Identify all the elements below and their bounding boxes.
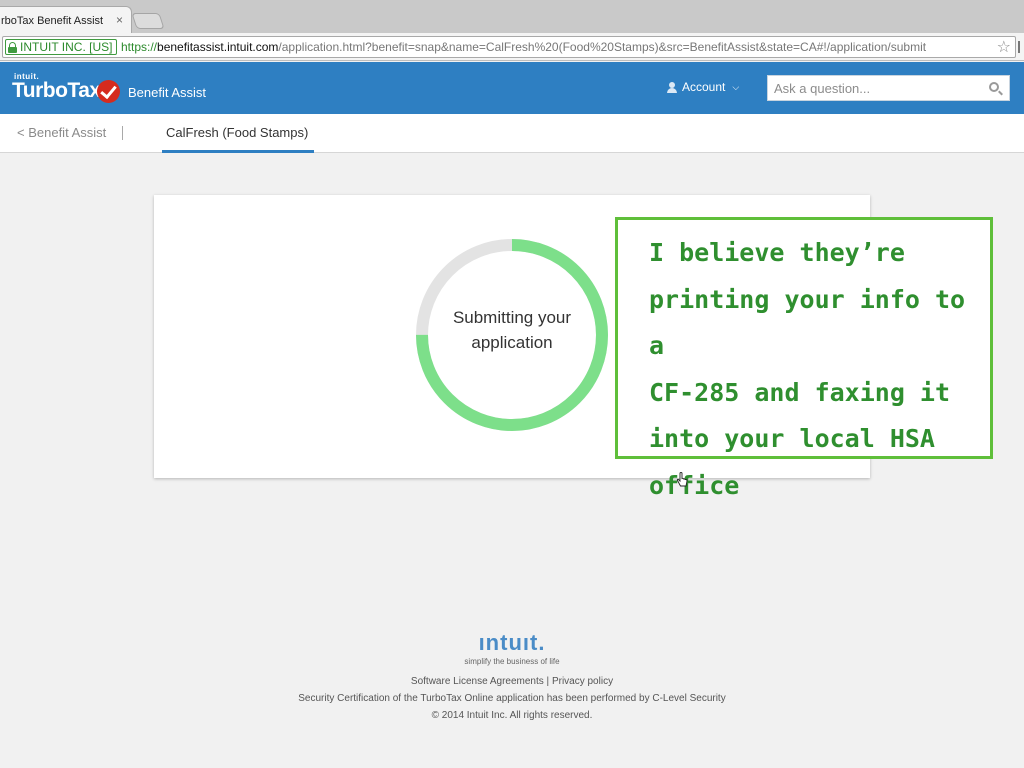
url-host: benefitassist.intuit.com — [157, 40, 279, 54]
url-text[interactable]: https://benefitassist.intuit.com/applica… — [121, 40, 926, 54]
status-line-1: Submitting your — [452, 308, 572, 327]
lock-icon — [8, 41, 17, 53]
intuit-footer-logo: ıntuıt. simplify the business of life — [462, 630, 562, 667]
turbotax-logo[interactable]: TurboTax — [12, 79, 101, 103]
note-text: I believe they’re printing your info to … — [649, 230, 989, 509]
submission-status: Submitting your application — [412, 305, 612, 355]
sub-navigation: < Benefit Assist CalFresh (Food Stamps) — [0, 114, 1024, 153]
checkmark-icon — [97, 80, 120, 103]
product-title: Benefit Assist — [128, 85, 207, 100]
copyright-text: © 2014 Intuit Inc. All rights reserved. — [431, 710, 593, 721]
account-label: Account — [682, 80, 726, 94]
footer-links: Software License Agreements | Privacy po… — [0, 676, 1024, 687]
annotation-note: I believe they’re printing your info to … — [615, 217, 993, 500]
intuit-tagline: simplify the business of life — [464, 657, 560, 666]
user-icon — [667, 81, 677, 93]
extension-icon[interactable] — [1018, 41, 1024, 53]
hand-cursor-icon — [676, 472, 688, 487]
search-input[interactable] — [774, 79, 974, 97]
tab-calfresh[interactable]: CalFresh (Food Stamps) — [162, 114, 314, 153]
note-line: printing your info to a — [649, 284, 966, 361]
intuit-logo: ıntuıt. — [478, 630, 546, 655]
tab-calfresh-label: CalFresh (Food Stamps) — [166, 125, 309, 140]
software-license-link[interactable]: Software License Agreements — [411, 676, 544, 687]
chevron-down-icon: ⌵ — [732, 81, 740, 92]
footer-separator: | — [543, 676, 552, 687]
note-line: I believe they’re — [649, 238, 905, 267]
browser-toolbar: INTUIT INC. [US] https://benefitassist.i… — [0, 33, 1024, 61]
browser-tab-strip: rboTax Benefit Assist × — [0, 0, 1024, 34]
note-line: office — [649, 470, 740, 500]
privacy-policy-link[interactable]: Privacy policy — [552, 676, 613, 687]
note-line: into your local HSA — [649, 424, 935, 453]
app-header: intuit. TurboTax Benefit Assist Account … — [0, 62, 1024, 114]
url-scheme: https:// — [121, 40, 158, 54]
close-icon[interactable]: × — [116, 13, 123, 27]
back-to-benefit-assist-link[interactable]: < Benefit Assist — [17, 125, 106, 140]
bookmark-star-icon[interactable]: ☆ — [997, 37, 1011, 57]
security-certification-text: Security Certification of the TurboTax O… — [298, 693, 726, 704]
address-bar[interactable]: INTUIT INC. [US] https://benefitassist.i… — [2, 36, 1016, 58]
ev-label: INTUIT INC. [US] — [20, 40, 113, 54]
ask-question-box[interactable] — [767, 75, 1010, 101]
divider — [122, 126, 123, 140]
search-icon[interactable] — [989, 82, 999, 92]
status-line-2: application — [471, 333, 553, 352]
security-badge[interactable]: INTUIT INC. [US] — [5, 39, 118, 55]
note-line: CF-285 and faxing it — [649, 377, 951, 407]
new-tab-button[interactable] — [131, 13, 165, 29]
url-path: /application.html?benefit=snap&name=CalF… — [278, 40, 927, 54]
browser-tab[interactable]: rboTax Benefit Assist × — [0, 6, 132, 34]
tab-title: rboTax Benefit Assist — [1, 15, 104, 27]
account-menu[interactable]: Account ⌵ — [667, 80, 739, 94]
